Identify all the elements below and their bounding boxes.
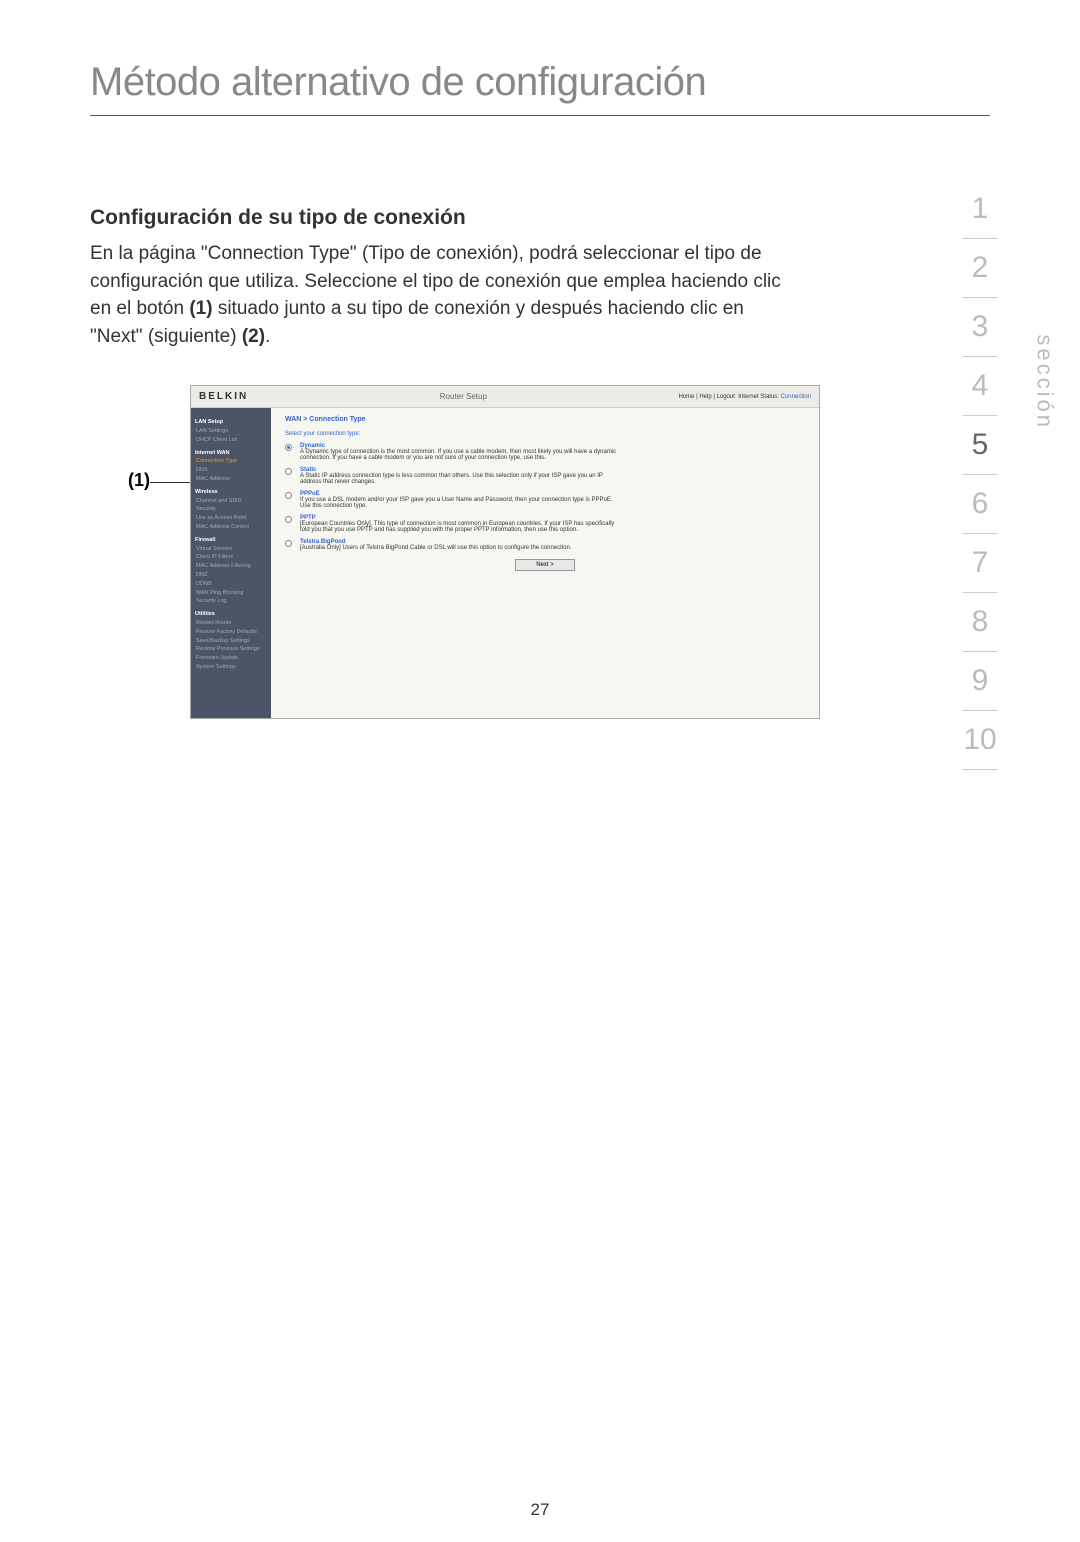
next-button[interactable]: Next > xyxy=(515,559,575,571)
page-number: 27 xyxy=(0,1500,1080,1520)
header-links[interactable]: Home | Help | Logout xyxy=(678,394,734,400)
section-nav-item-10[interactable]: 10 xyxy=(963,711,997,770)
callout-ref-2: (2) xyxy=(242,326,265,347)
section-nav-item-2[interactable]: 2 xyxy=(963,239,997,298)
connection-option: Telstra BigPond[Australia Only] Users of… xyxy=(285,539,805,551)
sidebar-item[interactable]: Firmware Update xyxy=(196,654,267,663)
option-desc: [Australia Only] Users of Telstra BigPon… xyxy=(300,545,571,551)
sidebar-item[interactable]: DHCP Client List xyxy=(196,436,267,445)
section-subtitle: Configuración de su tipo de conexión xyxy=(90,206,990,230)
connection-option: DynamicA Dynamic type of connection is t… xyxy=(285,443,805,461)
status-value: Connection xyxy=(781,394,811,400)
radio-button[interactable] xyxy=(285,444,292,451)
sidebar-item[interactable]: DMZ xyxy=(196,571,267,580)
option-desc: A Static IP address connection type is l… xyxy=(300,473,603,485)
sidebar-item[interactable]: Client IP Filters xyxy=(196,553,267,562)
router-screenshot: BELKIN Router Setup Home | Help | Logout… xyxy=(190,385,820,719)
brand-logo: BELKIN xyxy=(199,391,248,402)
figure-wrapper: (1) (2) BELKIN Router Setup Home | Help … xyxy=(140,385,940,719)
section-nav-item-7[interactable]: 7 xyxy=(963,534,997,593)
sidebar-group-head: Utilities xyxy=(195,610,267,619)
sidebar-item[interactable]: Restart Router xyxy=(196,619,267,628)
option-desc: A Dynamic type of connection is the most… xyxy=(300,449,616,461)
section-label: sección xyxy=(1032,334,1058,430)
callout-1-label: (1) xyxy=(128,470,150,491)
radio-button[interactable] xyxy=(285,516,292,523)
sidebar-group-head: Firewall xyxy=(195,536,267,545)
body-text-3: . xyxy=(265,326,270,347)
option-text: Telstra BigPond[Australia Only] Users of… xyxy=(300,539,571,551)
header-right: Home | Help | Logout Internet Status: Co… xyxy=(678,394,811,400)
connection-option: PPTP[European Countries Only]. This type… xyxy=(285,515,805,533)
option-text: PPPoEIf you use a DSL modem and/or your … xyxy=(300,491,620,509)
section-nav-item-6[interactable]: 6 xyxy=(963,475,997,534)
sidebar-item[interactable]: MAC Address Filtering xyxy=(196,562,267,571)
body-paragraph: En la página "Connection Type" (Tipo de … xyxy=(90,240,790,350)
option-text: StaticA Static IP address connection typ… xyxy=(300,467,620,485)
instruction-text: Select your connection type: xyxy=(285,431,805,437)
sidebar-item[interactable]: Restore Previous Settings xyxy=(196,645,267,654)
sidebar-item[interactable]: DNS xyxy=(196,466,267,475)
screenshot-sidebar: LAN SetupLAN SettingsDHCP Client List Int… xyxy=(191,408,271,718)
sidebar-item[interactable]: LAN Settings xyxy=(196,427,267,436)
option-text: PPTP[European Countries Only]. This type… xyxy=(300,515,620,533)
status-label: Internet Status: xyxy=(738,394,779,400)
sidebar-item[interactable]: Virtual Servers xyxy=(196,545,267,554)
page-title: Método alternativo de configuración xyxy=(90,60,990,105)
option-desc: [European Countries Only]. This type of … xyxy=(300,521,614,533)
sidebar-item[interactable]: WAN Ping Blocking xyxy=(196,589,267,598)
title-divider xyxy=(90,115,990,116)
section-nav-item-8[interactable]: 8 xyxy=(963,593,997,652)
section-nav-item-1[interactable]: 1 xyxy=(963,180,997,239)
option-text: DynamicA Dynamic type of connection is t… xyxy=(300,443,620,461)
sidebar-item[interactable]: Save/Backup Settings xyxy=(196,637,267,646)
sidebar-item[interactable]: Security xyxy=(196,505,267,514)
sidebar-group-head: LAN Setup xyxy=(195,418,267,427)
sidebar-item[interactable]: MAC Address Control xyxy=(196,523,267,532)
section-nav-item-5[interactable]: 5 xyxy=(963,416,997,475)
section-nav-item-4[interactable]: 4 xyxy=(963,357,997,416)
sidebar-group-head: Wireless xyxy=(195,488,267,497)
radio-button[interactable] xyxy=(285,492,292,499)
section-nav-item-3[interactable]: 3 xyxy=(963,298,997,357)
sidebar-item[interactable]: MAC Address xyxy=(196,475,267,484)
connection-option: StaticA Static IP address connection typ… xyxy=(285,467,805,485)
sidebar-item[interactable]: Use as Access Point xyxy=(196,514,267,523)
section-nav-item-9[interactable]: 9 xyxy=(963,652,997,711)
sidebar-item[interactable]: System Settings xyxy=(196,663,267,672)
sidebar-item[interactable]: Restore Factory Defaults xyxy=(196,628,267,637)
option-desc: If you use a DSL modem and/or your ISP g… xyxy=(300,497,613,509)
screenshot-header: BELKIN Router Setup Home | Help | Logout… xyxy=(191,386,819,408)
breadcrumb: WAN > Connection Type xyxy=(285,416,805,423)
sidebar-item[interactable]: Connection Type xyxy=(196,457,267,466)
sidebar-item[interactable]: Channel and SSID xyxy=(196,497,267,506)
sidebar-item[interactable]: Security Log xyxy=(196,597,267,606)
connection-option: PPPoEIf you use a DSL modem and/or your … xyxy=(285,491,805,509)
screenshot-main: WAN > Connection Type Select your connec… xyxy=(271,408,819,718)
sidebar-item[interactable]: DDNS xyxy=(196,580,267,589)
radio-button[interactable] xyxy=(285,540,292,547)
header-title: Router Setup xyxy=(440,392,487,401)
section-nav: 12345678910 xyxy=(940,180,1020,770)
sidebar-group-head: Internet WAN xyxy=(195,449,267,458)
callout-ref-1: (1) xyxy=(189,298,212,319)
radio-button[interactable] xyxy=(285,468,292,475)
